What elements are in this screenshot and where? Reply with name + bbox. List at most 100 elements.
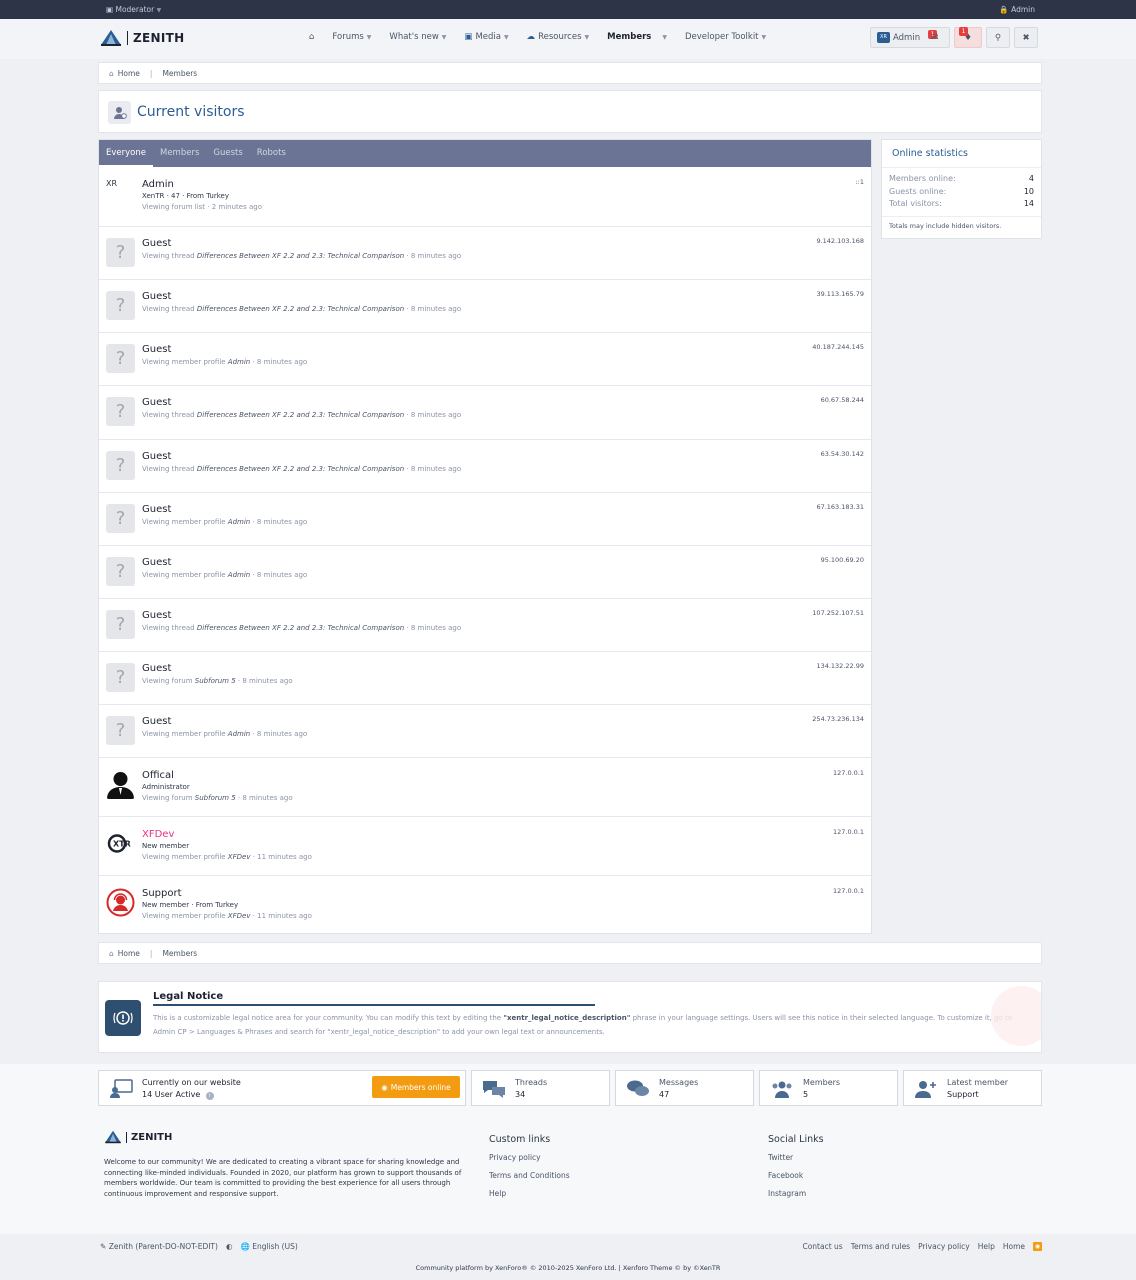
members-online-button[interactable]: ◉ Members online [372, 1076, 460, 1098]
guest-avatar[interactable]: ? [106, 291, 135, 320]
activity-link[interactable]: Differences Between XF 2.2 and 2.3: Tech… [197, 465, 404, 473]
guest-avatar[interactable]: ? [106, 344, 135, 373]
info-icon[interactable]: i [205, 1092, 214, 1100]
ip-address[interactable]: 63.54.30.142 [821, 450, 864, 458]
contrast-icon[interactable]: ◐ [226, 1242, 233, 1251]
ip-address[interactable]: 134.132.22.99 [816, 662, 864, 670]
footer-link-help[interactable]: Help [489, 1189, 570, 1207]
ip-address[interactable]: 40.187.244.145 [812, 343, 864, 351]
ip-address[interactable]: 127.0.0.1 [833, 828, 864, 836]
guest-avatar[interactable]: ? [106, 557, 135, 586]
visitor-name[interactable]: Guest [142, 504, 171, 515]
footer-link-privacy[interactable]: Privacy policy [489, 1153, 570, 1171]
footer-link-twitter[interactable]: Twitter [768, 1153, 824, 1171]
search-button[interactable]: ⚲ [986, 27, 1010, 48]
activity-link[interactable]: Admin [228, 518, 250, 526]
guest-avatar[interactable]: ? [106, 663, 135, 692]
ip-address[interactable]: 67.163.183.31 [816, 503, 864, 511]
tab-everyone[interactable]: Everyone [99, 140, 153, 167]
ip-address[interactable]: ::1 [855, 178, 864, 186]
visitor-name[interactable]: Offical [142, 770, 174, 781]
inbox-button[interactable]: 1 ✉ [924, 30, 946, 45]
visitor-name[interactable]: Guest [142, 344, 171, 355]
style-chooser[interactable]: ✎ Zenith (Parent-DO-NOT-EDIT) [100, 1242, 218, 1251]
nav-media[interactable]: ▣ Media ▼ [455, 32, 517, 42]
activity-link[interactable]: Admin [228, 571, 250, 579]
breadcrumb-home[interactable]: Home [118, 949, 140, 958]
footer-logo[interactable]: ZENITH [104, 1130, 172, 1144]
ip-address[interactable]: 127.0.0.1 [833, 887, 864, 895]
latest-member-link[interactable]: Support [947, 1090, 979, 1099]
moderator-menu[interactable]: ▣ Moderator ▼ [106, 5, 161, 14]
ip-address[interactable]: 107.252.107.51 [812, 609, 864, 617]
footer-privacy[interactable]: Privacy policy [918, 1242, 970, 1251]
nav-forums[interactable]: Forums ▼ [323, 32, 380, 42]
rss-icon[interactable]: ◉ [1033, 1242, 1042, 1251]
visitor-name[interactable]: XFDev [142, 829, 174, 840]
chevron-down-icon[interactable]: ▼ [762, 34, 767, 41]
nav-developer-toolkit[interactable]: Developer Toolkit ▼ [676, 32, 775, 42]
chevron-down-icon[interactable]: ▼ [662, 34, 667, 41]
guest-avatar[interactable]: ? [106, 716, 135, 745]
tab-robots[interactable]: Robots [250, 140, 293, 167]
activity-link[interactable]: Differences Between XF 2.2 and 2.3: Tech… [197, 252, 404, 260]
breadcrumb-home[interactable]: Home [118, 69, 140, 78]
visitor-name[interactable]: Guest [142, 663, 171, 674]
account-button[interactable]: XR Admin 1 ✉ [870, 27, 950, 48]
visitor-name[interactable]: Guest [142, 397, 171, 408]
ip-address[interactable]: 9.142.103.168 [816, 237, 864, 245]
guest-avatar[interactable]: ? [106, 451, 135, 480]
breadcrumb-current[interactable]: Members [162, 69, 197, 78]
activity-link[interactable]: Differences Between XF 2.2 and 2.3: Tech… [197, 411, 404, 419]
footer-link-facebook[interactable]: Facebook [768, 1171, 824, 1189]
visitor-name[interactable]: Guest [142, 291, 171, 302]
activity-link[interactable]: Subforum 5 [195, 794, 236, 802]
activity-link[interactable]: Differences Between XF 2.2 and 2.3: Tech… [197, 624, 404, 632]
footer-help[interactable]: Help [978, 1242, 995, 1251]
visitor-name[interactable]: Guest [142, 238, 171, 249]
guest-avatar[interactable]: ? [106, 610, 135, 639]
support-avatar[interactable] [106, 888, 135, 917]
footer-link-instagram[interactable]: Instagram [768, 1189, 824, 1207]
guest-avatar[interactable]: ? [106, 238, 135, 267]
visitor-name[interactable]: Support [142, 888, 182, 899]
chevron-down-icon[interactable]: ▼ [367, 34, 372, 41]
nav-members[interactable]: Members ▼ [598, 32, 676, 42]
xfdev-avatar[interactable]: XTR [106, 829, 135, 858]
ip-address[interactable]: 95.100.69.20 [821, 556, 864, 564]
activity-link[interactable]: Subforum 5 [195, 677, 236, 685]
footer-terms[interactable]: Terms and rules [851, 1242, 910, 1251]
activity-link[interactable]: XFDev [228, 912, 251, 920]
ip-address[interactable]: 127.0.0.1 [833, 769, 864, 777]
tools-button[interactable]: ✖ [1014, 27, 1038, 48]
tab-members[interactable]: Members [153, 140, 206, 167]
ip-address[interactable]: 39.113.165.79 [816, 290, 864, 298]
ip-address[interactable]: 254.73.236.134 [812, 715, 864, 723]
ip-address[interactable]: 60.67.58.244 [821, 396, 864, 404]
chevron-down-icon[interactable]: ▼ [442, 34, 447, 41]
visitor-name[interactable]: Guest [142, 716, 171, 727]
alerts-button[interactable]: 1 ♦ [954, 27, 982, 48]
chevron-down-icon[interactable]: ▼ [504, 34, 509, 41]
activity-link[interactable]: Admin [228, 358, 250, 366]
tab-guests[interactable]: Guests [206, 140, 249, 167]
admin-link[interactable]: 🔒 Admin [999, 5, 1035, 14]
guest-avatar[interactable]: ? [106, 504, 135, 533]
nav-resources[interactable]: ☁ Resources ▼ [518, 32, 599, 42]
nav-whats-new[interactable]: What's new ▼ [380, 32, 455, 42]
visitor-name[interactable]: Guest [142, 557, 171, 568]
visitor-name[interactable]: Guest [142, 610, 171, 621]
activity-link[interactable]: XFDev [228, 853, 251, 861]
chevron-down-icon[interactable]: ▼ [585, 34, 590, 41]
site-logo[interactable]: ZENITH [100, 29, 184, 47]
language-chooser[interactable]: 🌐 English (US) [240, 1242, 297, 1251]
activity-link[interactable]: Differences Between XF 2.2 and 2.3: Tech… [197, 305, 404, 313]
nav-home[interactable]: ⌂ [300, 32, 323, 42]
visitor-name[interactable]: Guest [142, 451, 171, 462]
admin-avatar[interactable]: XR [106, 179, 135, 208]
activity-link[interactable]: Admin [228, 730, 250, 738]
person-avatar[interactable] [106, 770, 135, 799]
breadcrumb-current[interactable]: Members [162, 949, 197, 958]
guest-avatar[interactable]: ? [106, 397, 135, 426]
footer-link-terms[interactable]: Terms and Conditions [489, 1171, 570, 1189]
